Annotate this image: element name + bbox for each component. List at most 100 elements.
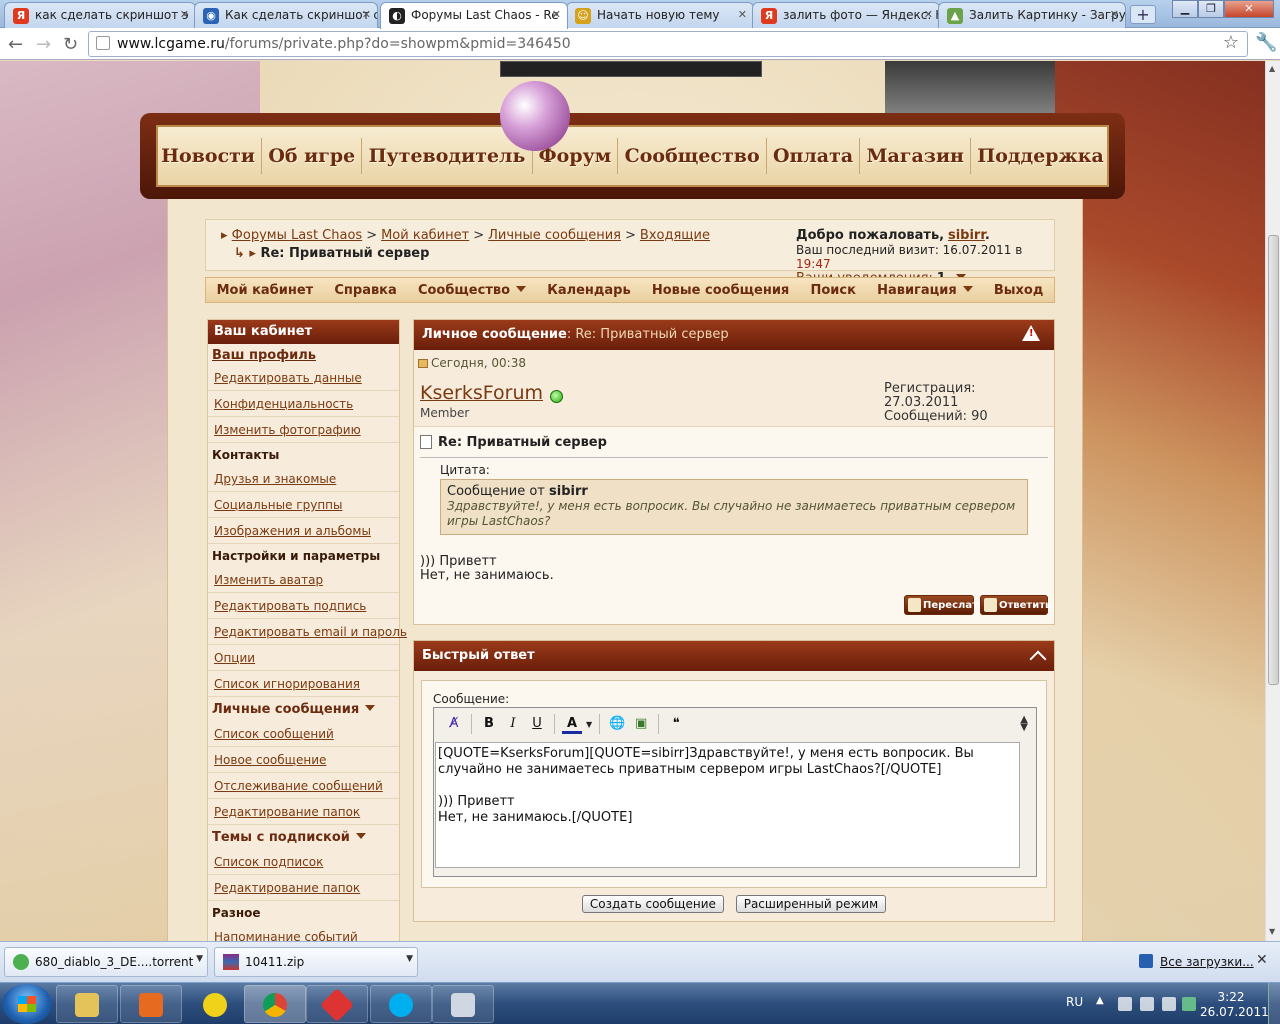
welcome-username[interactable]: sibirr [948,228,985,243]
sidebar-profile[interactable]: Ваш профиль [208,344,399,365]
download-item-torrent[interactable]: 680_diablo_3_DE....torrent ▼ [4,947,208,977]
nav-forum[interactable]: Форум [539,145,612,167]
browser-tab-2[interactable]: ◉ Как сделать скриншот с ✕ [194,2,378,28]
download-item-zip[interactable]: 10411.zip ▼ [214,947,418,977]
new-tab-button[interactable]: + [1130,5,1156,24]
forward-arrow-icon[interactable]: → [36,34,51,55]
page-scrollbar[interactable]: ▲ ▼ [1265,61,1280,941]
collapse-icon[interactable] [1029,650,1047,668]
sidebar-item-edit-folders[interactable]: Редактирование папок [208,799,399,825]
window-close-button[interactable]: ✕ [1224,0,1274,18]
sidebar-item-options[interactable]: Опции [208,645,399,671]
sidebar-item-ignore-list[interactable]: Список игнорирования [208,671,399,697]
network-icon[interactable] [1140,997,1154,1011]
breadcrumb-private-messages[interactable]: Личные сообщения [488,228,621,243]
bookmark-star-icon[interactable]: ☆ [1223,32,1239,53]
nav-guide[interactable]: Путеводитель [369,145,526,167]
subnav-cabinet[interactable]: Мой кабинет [217,283,314,298]
report-warning-icon[interactable]: ! [1022,325,1040,341]
close-icon[interactable]: ✕ [1256,952,1268,968]
subnav-calendar[interactable]: Календарь [547,283,631,298]
nav-news[interactable]: Новости [161,145,255,167]
font-color-button[interactable]: A [562,714,582,734]
scroll-down-icon[interactable]: ▼ [1269,927,1275,936]
message-textarea[interactable]: [QUOTE=KserksForum][QUOTE=sibirr]Здравст… [435,742,1020,868]
volume-icon[interactable] [1162,997,1176,1011]
chevron-down-icon[interactable]: ▼ [586,720,592,729]
browser-tab-5[interactable]: Я залить фото — Яндекс: Н ✕ [752,2,940,28]
chevron-down-icon[interactable]: ▼ [196,954,203,964]
sidebar-item-edit-subscription-folders[interactable]: Редактирование папок [208,875,399,901]
flag-icon[interactable] [1118,997,1132,1011]
tray-app-icon[interactable] [1182,997,1196,1011]
minimize-button[interactable]: ▁ [1172,0,1198,18]
chevron-down-icon[interactable]: ▼ [406,954,413,964]
italic-button[interactable]: I [503,714,523,734]
submit-message-button[interactable]: Создать сообщение [581,895,724,913]
sidebar-section-subscriptions[interactable]: Темы с подпиской [208,825,399,849]
sidebar-item-photo[interactable]: Изменить фотографию [208,417,399,443]
close-icon[interactable]: ✕ [552,8,561,21]
nav-about[interactable]: Об игре [268,145,355,167]
bold-button[interactable]: B [479,714,499,734]
insert-image-icon[interactable]: ▣ [631,714,651,734]
sidebar-item-new-message[interactable]: Новое сообщение [208,747,399,773]
chevron-up-icon[interactable]: ▲ [1096,995,1104,1006]
sidebar-item-event-reminders[interactable]: Напоминание событий [208,924,399,941]
pm-author[interactable]: KserksForum [420,382,543,404]
reply-button[interactable]: Ответить [980,595,1051,615]
sidebar-item-tracking[interactable]: Отслеживание сообщений [208,773,399,799]
close-icon[interactable]: ✕ [924,8,933,21]
browser-tab-3-active[interactable]: ◐ Форумы Last Chaos - Re ✕ [380,2,568,29]
subnav-help[interactable]: Справка [334,283,396,298]
language-indicator[interactable]: RU [1066,995,1083,1009]
all-downloads-link[interactable]: Все загрузки... [1160,955,1254,969]
clock[interactable]: 3:22 26.07.2011 [1200,990,1269,1020]
browser-tab-6[interactable]: ▲ Залить Картинку - Загру ✕ [938,2,1126,28]
sidebar-item-subscription-list[interactable]: Список подписок [208,849,399,875]
back-arrow-icon[interactable]: ← [8,34,23,55]
sidebar-item-message-list[interactable]: Список сообщений [208,721,399,747]
sidebar-item-avatar[interactable]: Изменить аватар [208,567,399,593]
resize-icon[interactable]: ▲ ▼ [1020,715,1028,733]
close-icon[interactable]: ✕ [180,8,189,21]
sidebar-item-privacy[interactable]: Конфиденциальность [208,391,399,417]
browser-tab-4[interactable]: ☺ Начать новую тему ✕ [566,2,754,28]
sidebar-item-albums[interactable]: Изображения и альбомы [208,518,399,544]
browser-tab-1[interactable]: Я как сделать скриншот э ✕ [4,2,196,28]
taskbar-explorer[interactable] [56,985,118,1023]
underline-button[interactable]: U [527,714,547,734]
nav-payment[interactable]: Оплата [773,145,853,167]
scrollbar-thumb[interactable] [1268,235,1279,685]
sidebar-item-groups[interactable]: Социальные группы [208,492,399,518]
insert-link-icon[interactable]: 🌐 [607,714,627,734]
taskbar-media-player[interactable] [120,985,182,1023]
breadcrumb-cabinet[interactable]: Мой кабинет [381,228,469,243]
taskbar-chrome[interactable] [244,985,306,1023]
taskbar-game[interactable] [306,985,368,1023]
taskbar-smiley-app[interactable] [184,985,246,1023]
subnav-community[interactable]: Сообщество [418,283,527,298]
show-desktop-button[interactable] [1268,983,1280,1024]
address-bar[interactable]: www.lcgame.ru/forums/private.php?do=show… [88,31,1248,57]
breadcrumb-forums[interactable]: Форумы Last Chaos [232,228,363,243]
subnav-logout[interactable]: Выход [994,283,1043,298]
sidebar-item-signature[interactable]: Редактировать подпись [208,593,399,619]
nav-shop[interactable]: Магазин [867,145,964,167]
nav-community[interactable]: Сообщество [625,145,760,167]
start-button[interactable] [2,984,52,1024]
subnav-search[interactable]: Поиск [810,283,855,298]
remove-format-icon[interactable]: A̸ [444,714,464,734]
close-icon[interactable]: ✕ [1110,8,1119,21]
subnav-navigation[interactable]: Навигация [877,283,973,298]
close-icon[interactable]: ✕ [738,8,747,21]
maximize-button[interactable]: ❐ [1198,0,1224,18]
subnav-new-posts[interactable]: Новые сообщения [652,283,789,298]
close-icon[interactable]: ✕ [362,8,371,21]
wrench-menu-icon[interactable]: 🔧 [1255,32,1277,53]
taskbar-calculator[interactable] [432,985,494,1023]
sidebar-item-edit-profile[interactable]: Редактировать данные [208,365,399,391]
sidebar-section-pm[interactable]: Личные сообщения [208,697,399,721]
taskbar-skype[interactable] [370,985,432,1023]
sidebar-item-friends[interactable]: Друзья и знакомые [208,466,399,492]
